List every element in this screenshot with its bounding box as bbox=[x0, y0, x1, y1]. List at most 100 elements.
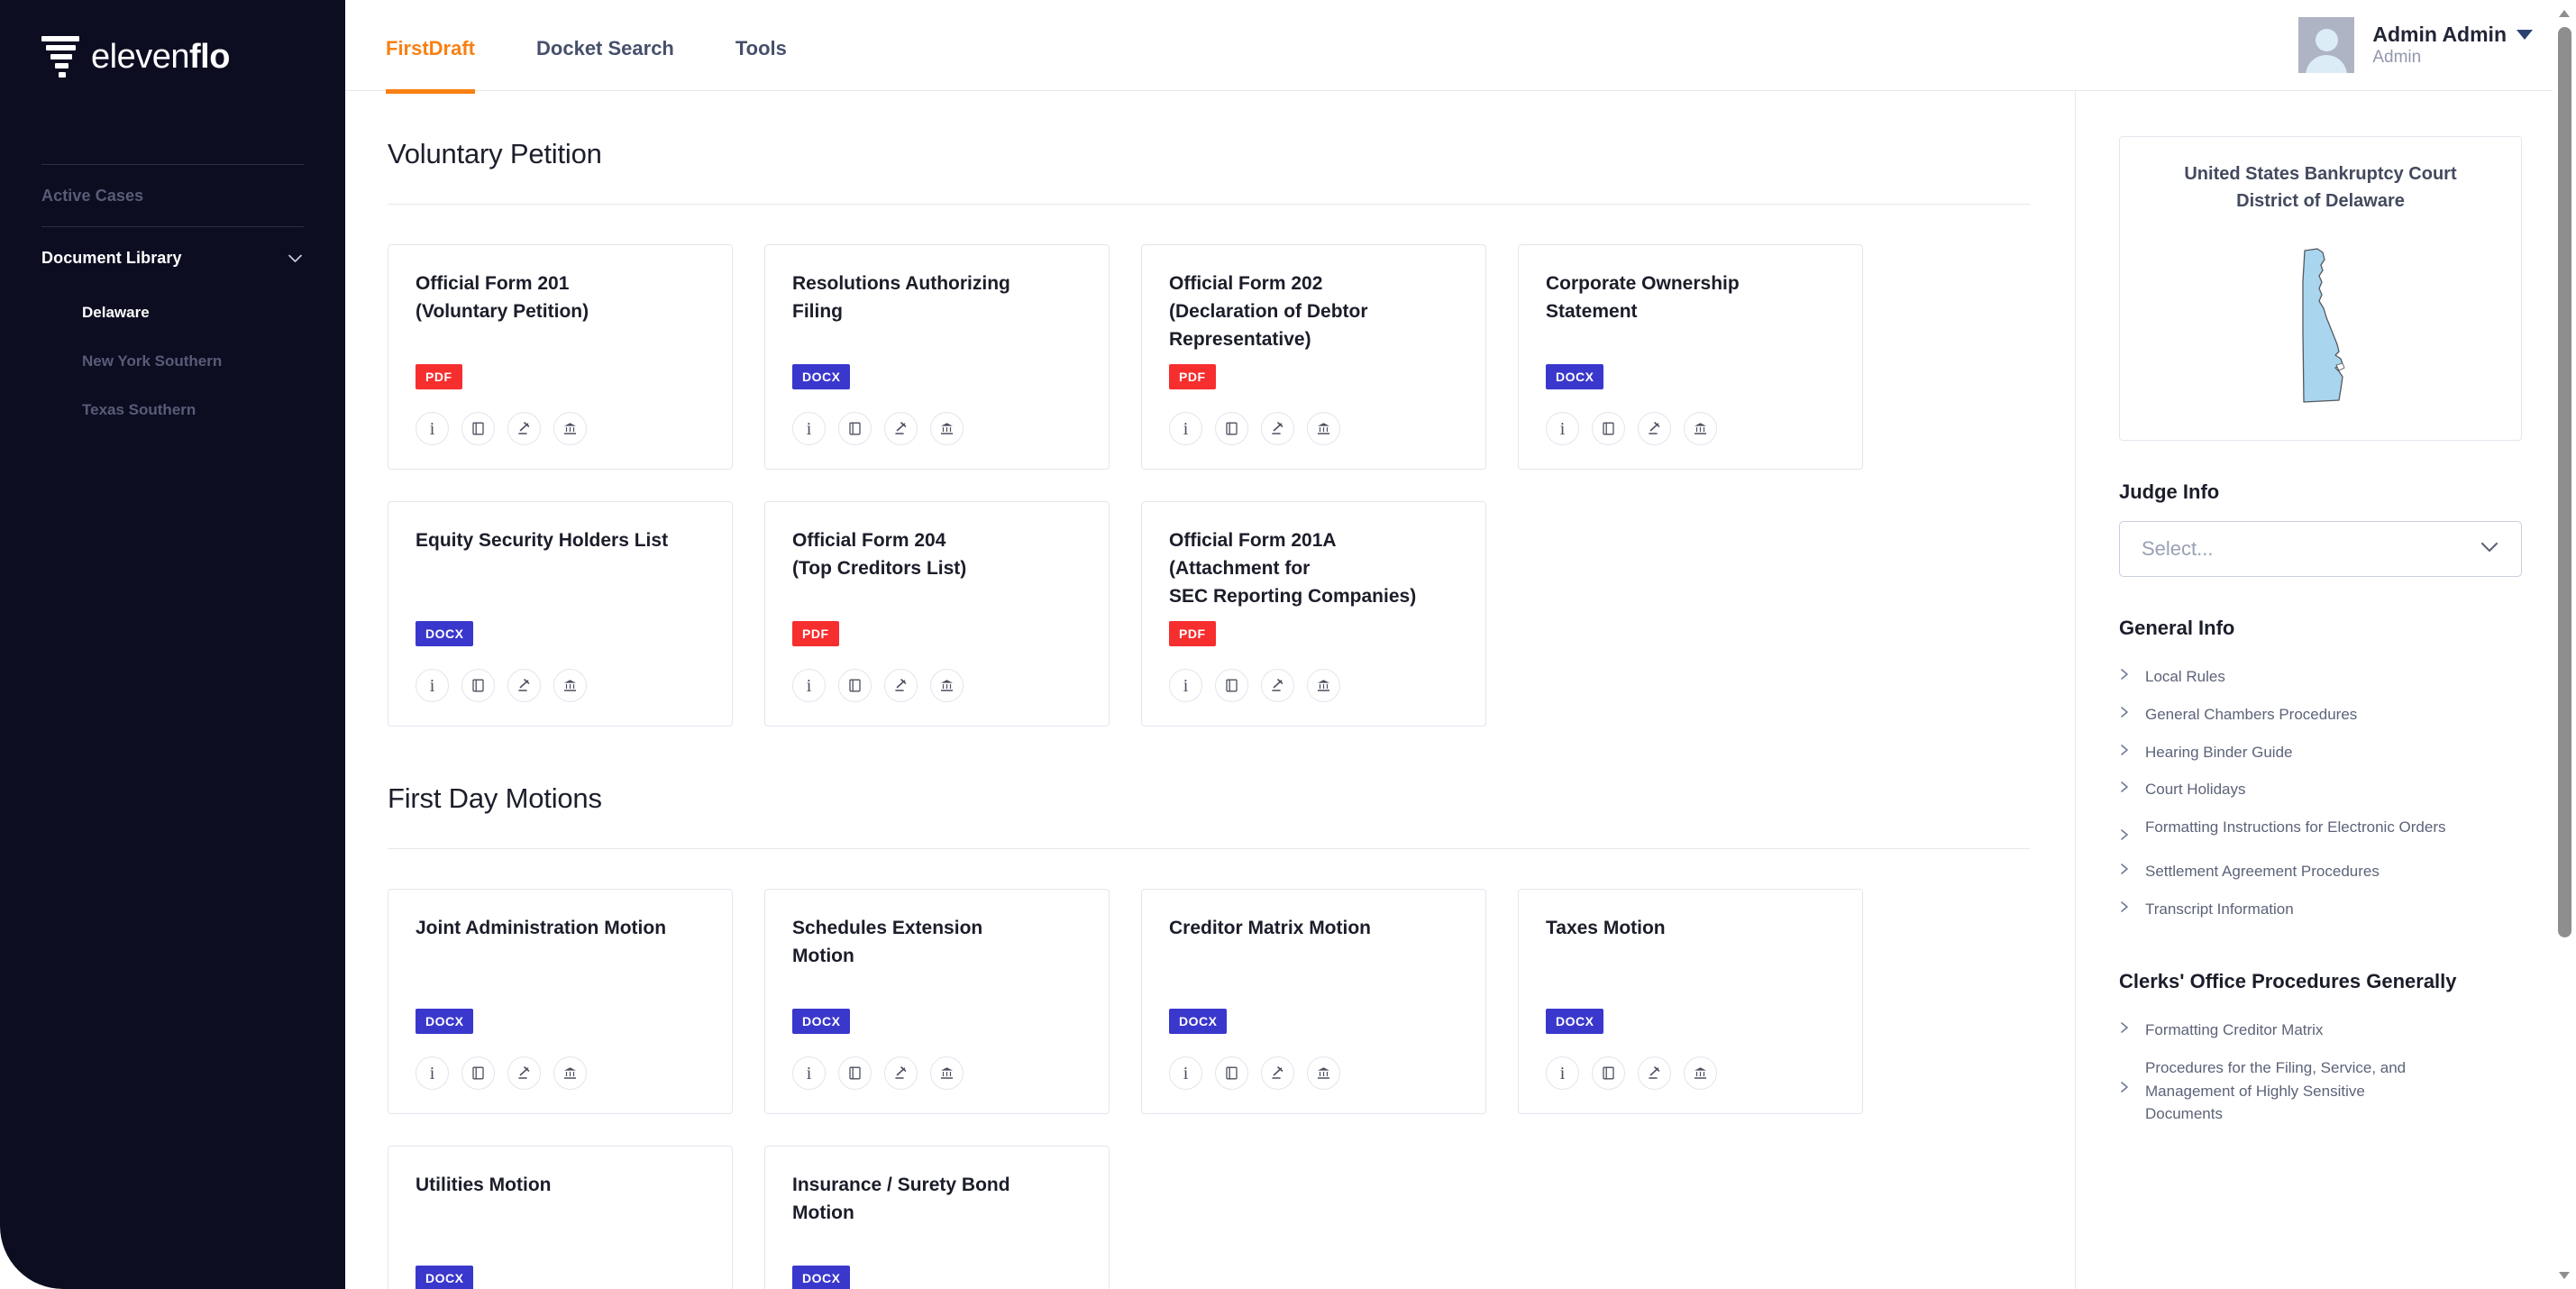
book-icon[interactable] bbox=[461, 1056, 495, 1090]
caret-down-icon[interactable] bbox=[2517, 29, 2533, 40]
status-badge: DOCX bbox=[1546, 364, 1604, 389]
sidebar-item-texas-southern[interactable]: Texas Southern bbox=[41, 386, 304, 434]
gavel-icon[interactable] bbox=[1261, 669, 1294, 702]
table-row[interactable]: Schedules Extension Motion DOCX i bbox=[764, 889, 1110, 1114]
page-scrollbar[interactable] bbox=[2553, 0, 2576, 1289]
list-item[interactable]: Local Rules bbox=[2119, 658, 2522, 696]
tab-tools-label: Tools bbox=[735, 36, 787, 59]
badge-wrap: PDF bbox=[416, 364, 705, 389]
list-item[interactable]: Hearing Binder Guide bbox=[2119, 734, 2522, 772]
info-icon[interactable]: i bbox=[1546, 1056, 1579, 1090]
courthouse-icon[interactable] bbox=[1307, 1056, 1340, 1090]
info-icon[interactable]: i bbox=[792, 412, 826, 445]
user-menu[interactable]: Admin Admin Admin bbox=[2298, 0, 2533, 73]
table-row[interactable]: Taxes Motion DOCX i bbox=[1518, 889, 1863, 1114]
info-icon[interactable]: i bbox=[1169, 669, 1202, 702]
gavel-icon[interactable] bbox=[1261, 412, 1294, 445]
card-grid-first-day-motions: Joint Administration Motion DOCX i Sched… bbox=[388, 889, 2030, 1289]
main-tabs: FirstDraft Docket Search Tools bbox=[386, 0, 848, 94]
info-icon[interactable]: i bbox=[1169, 1056, 1202, 1090]
list-item[interactable]: Formatting Instructions for Electronic O… bbox=[2119, 809, 2522, 853]
list-item[interactable]: Procedures for the Filing, Service, and … bbox=[2119, 1049, 2522, 1133]
book-icon[interactable] bbox=[461, 412, 495, 445]
gavel-icon[interactable] bbox=[507, 1056, 541, 1090]
book-icon[interactable] bbox=[1215, 669, 1248, 702]
chevron-down-icon[interactable] bbox=[287, 250, 304, 267]
tab-firstdraft[interactable]: FirstDraft bbox=[386, 3, 476, 94]
list-item[interactable]: General Chambers Procedures bbox=[2119, 696, 2522, 734]
document-title: Resolutions Authorizing Filing bbox=[792, 273, 1010, 322]
table-row[interactable]: Insurance / Surety BondMotion DOCX i bbox=[764, 1146, 1110, 1289]
info-icon[interactable]: i bbox=[1169, 412, 1202, 445]
card-action-row: i bbox=[1169, 1056, 1458, 1090]
gavel-icon[interactable] bbox=[884, 669, 918, 702]
list-item-label: Court Holidays bbox=[2145, 781, 2246, 799]
chevron-down-icon[interactable] bbox=[2478, 535, 2501, 563]
scrollbar-thumb[interactable] bbox=[2558, 27, 2571, 937]
gavel-icon[interactable] bbox=[1638, 1056, 1671, 1090]
book-icon[interactable] bbox=[838, 669, 872, 702]
table-row[interactable]: Resolutions Authorizing Filing DOCX i bbox=[764, 244, 1110, 470]
table-row[interactable]: Utilities Motion DOCX i bbox=[388, 1146, 733, 1289]
courthouse-icon[interactable] bbox=[930, 1056, 964, 1090]
gavel-icon[interactable] bbox=[884, 412, 918, 445]
list-item[interactable]: Transcript Information bbox=[2119, 891, 2522, 928]
table-row[interactable]: Official Form 204 (Top Creditors List) PD… bbox=[764, 501, 1110, 727]
sidebar-item-active-cases[interactable]: Active Cases bbox=[41, 165, 304, 226]
courthouse-icon[interactable] bbox=[1307, 669, 1340, 702]
book-icon[interactable] bbox=[1592, 1056, 1625, 1090]
list-item[interactable]: Formatting Creditor Matrix bbox=[2119, 1011, 2522, 1049]
brand-logo[interactable]: elevenflo bbox=[41, 0, 304, 83]
document-title: Joint Administration Motion bbox=[416, 918, 667, 938]
book-icon[interactable] bbox=[1215, 1056, 1248, 1090]
gavel-icon[interactable] bbox=[884, 1056, 918, 1090]
book-icon[interactable] bbox=[1215, 412, 1248, 445]
info-icon[interactable]: i bbox=[416, 669, 449, 702]
tab-docket-search-label: Docket Search bbox=[536, 36, 674, 59]
list-item[interactable]: Court Holidays bbox=[2119, 771, 2522, 809]
document-title: Insurance / Surety Bond Motion bbox=[792, 1175, 1010, 1223]
table-row[interactable]: Official Form 201 (Voluntary Petition) PD… bbox=[388, 244, 733, 470]
tab-docket-search[interactable]: Docket Search bbox=[536, 3, 674, 94]
gavel-icon[interactable] bbox=[1638, 412, 1671, 445]
book-icon[interactable] bbox=[838, 1056, 872, 1090]
book-icon[interactable] bbox=[838, 412, 872, 445]
courthouse-icon[interactable] bbox=[1684, 1056, 1717, 1090]
table-row[interactable]: Joint Administration Motion DOCX i bbox=[388, 889, 733, 1114]
courthouse-icon[interactable] bbox=[553, 412, 587, 445]
sidebar-item-delaware[interactable]: Delaware bbox=[41, 288, 304, 337]
table-row[interactable]: Corporate Ownership Statement DOCX i bbox=[1518, 244, 1863, 470]
book-icon[interactable] bbox=[461, 669, 495, 702]
sidebar-item-document-library[interactable]: Document Library bbox=[41, 227, 304, 288]
table-row[interactable]: Creditor Matrix Motion DOCX i bbox=[1141, 889, 1486, 1114]
scroll-up-arrow-icon[interactable] bbox=[2559, 10, 2570, 17]
sidebar-item-new-york-southern[interactable]: New York Southern bbox=[41, 337, 304, 386]
card-action-row: i bbox=[1169, 669, 1458, 702]
gavel-icon[interactable] bbox=[1261, 1056, 1294, 1090]
tab-tools[interactable]: Tools bbox=[735, 3, 787, 94]
table-row[interactable]: Official Form 202 (Declaration of Debtor R… bbox=[1141, 244, 1486, 470]
gavel-icon[interactable] bbox=[507, 669, 541, 702]
chevron-right-icon bbox=[2119, 665, 2130, 685]
info-icon[interactable]: i bbox=[792, 669, 826, 702]
courthouse-icon[interactable] bbox=[930, 412, 964, 445]
courthouse-icon[interactable] bbox=[930, 669, 964, 702]
gavel-icon[interactable] bbox=[507, 412, 541, 445]
courthouse-icon[interactable] bbox=[553, 669, 587, 702]
chevron-right-icon bbox=[2119, 816, 2130, 846]
courthouse-icon[interactable] bbox=[1684, 412, 1717, 445]
list-item[interactable]: Settlement Agreement Procedures bbox=[2119, 853, 2522, 891]
courthouse-icon[interactable] bbox=[1307, 412, 1340, 445]
judge-select[interactable]: Select... bbox=[2119, 521, 2522, 577]
book-icon[interactable] bbox=[1592, 412, 1625, 445]
info-icon[interactable]: i bbox=[1546, 412, 1579, 445]
table-row[interactable]: Equity Security Holders List DOCX i bbox=[388, 501, 733, 727]
table-row[interactable]: Official Form 201A (Attachment for SEC Rep… bbox=[1141, 501, 1486, 727]
info-icon[interactable]: i bbox=[416, 1056, 449, 1090]
scroll-down-arrow-icon[interactable] bbox=[2559, 1272, 2570, 1279]
badge-wrap: DOCX bbox=[792, 1009, 1082, 1034]
document-title: Official Form 201 (Voluntary Petition) bbox=[416, 273, 589, 322]
info-icon[interactable]: i bbox=[416, 412, 449, 445]
info-icon[interactable]: i bbox=[792, 1056, 826, 1090]
courthouse-icon[interactable] bbox=[553, 1056, 587, 1090]
